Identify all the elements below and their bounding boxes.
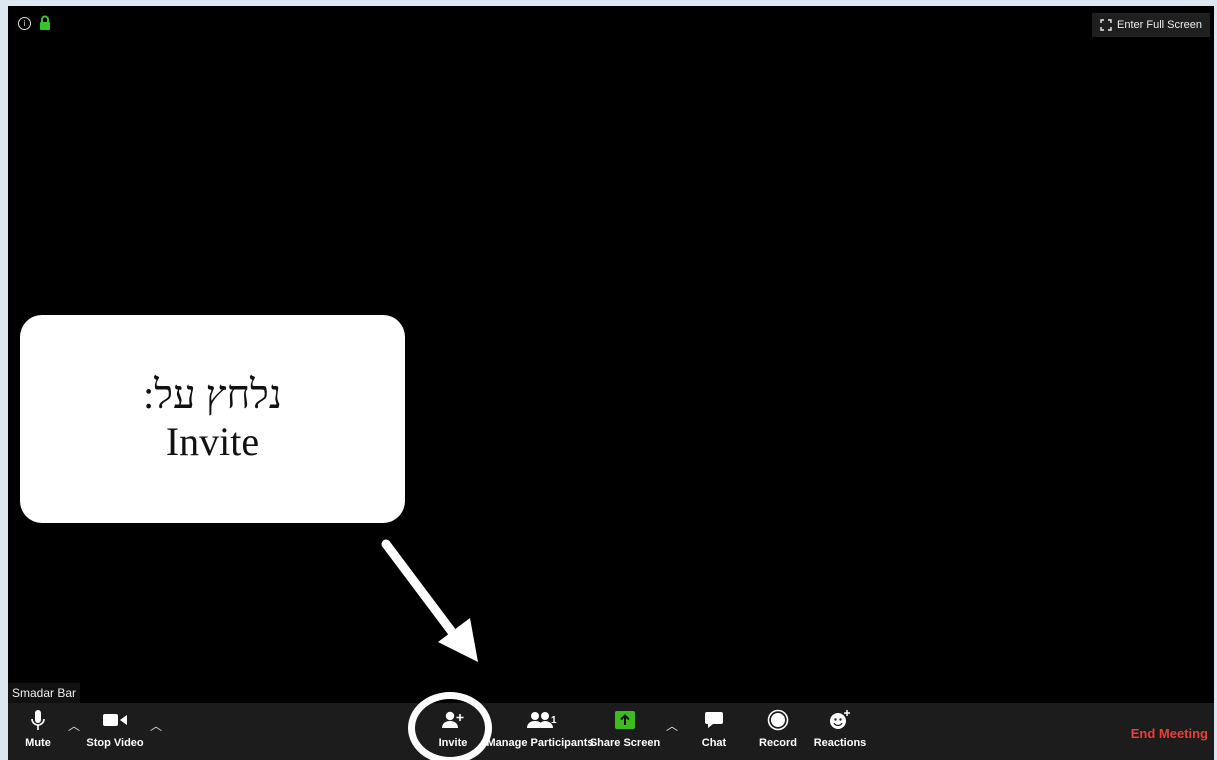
video-camera-icon xyxy=(103,714,127,726)
enter-full-screen-button[interactable]: Enter Full Screen xyxy=(1092,13,1210,37)
share-options-chevron-icon[interactable]: ︿ xyxy=(666,717,678,734)
callout-hebrew-text: נלחץ על: xyxy=(143,372,282,417)
record-icon xyxy=(767,709,789,731)
meeting-window: i Enter Full Screen נלחץ על: Invite Smad… xyxy=(8,6,1214,760)
info-icon[interactable]: i xyxy=(18,17,31,30)
chat-label: Chat xyxy=(701,737,727,749)
instruction-callout: נלחץ על: Invite xyxy=(20,315,405,523)
share-screen-button[interactable]: Share Screen xyxy=(589,703,661,760)
fullscreen-label: Enter Full Screen xyxy=(1117,19,1202,31)
participant-count: 1 xyxy=(551,715,557,726)
pointer-arrow xyxy=(381,539,478,662)
share-screen-label: Share Screen xyxy=(589,737,661,749)
reactions-label: Reactions xyxy=(813,737,867,749)
chat-button[interactable]: Chat xyxy=(698,703,730,760)
mute-label: Mute xyxy=(25,737,51,749)
mute-button[interactable]: Mute xyxy=(20,703,56,760)
record-label: Record xyxy=(759,737,797,749)
participants-icon xyxy=(527,712,553,728)
video-options-chevron-icon[interactable]: ︿ xyxy=(150,717,162,734)
audio-options-chevron-icon[interactable]: ︿ xyxy=(68,717,80,734)
participant-name-tag: Smadar Bar xyxy=(8,683,81,703)
end-meeting-button[interactable]: End Meeting xyxy=(1131,726,1208,741)
meeting-toolbar: Mute ︿ Stop Video ︿ Invite Manage Partic… xyxy=(8,703,1214,760)
reactions-button[interactable]: Reactions xyxy=(812,703,868,760)
stop-video-button[interactable]: Stop Video xyxy=(86,703,144,760)
stop-video-label: Stop Video xyxy=(86,737,144,749)
lock-icon[interactable] xyxy=(39,15,51,31)
manage-participants-label: Manage Participants xyxy=(486,737,594,749)
share-screen-icon xyxy=(615,711,635,729)
smiley-add-icon xyxy=(830,710,850,729)
manage-participants-button[interactable]: Manage Participants xyxy=(486,703,594,760)
meeting-topbar: i Enter Full Screen xyxy=(8,6,1214,40)
invite-highlight-circle xyxy=(408,692,492,760)
fullscreen-icon xyxy=(1100,19,1112,31)
callout-invite-text: Invite xyxy=(165,419,260,464)
chat-icon xyxy=(705,712,723,728)
microphone-icon xyxy=(31,710,45,730)
record-button[interactable]: Record xyxy=(756,703,800,760)
